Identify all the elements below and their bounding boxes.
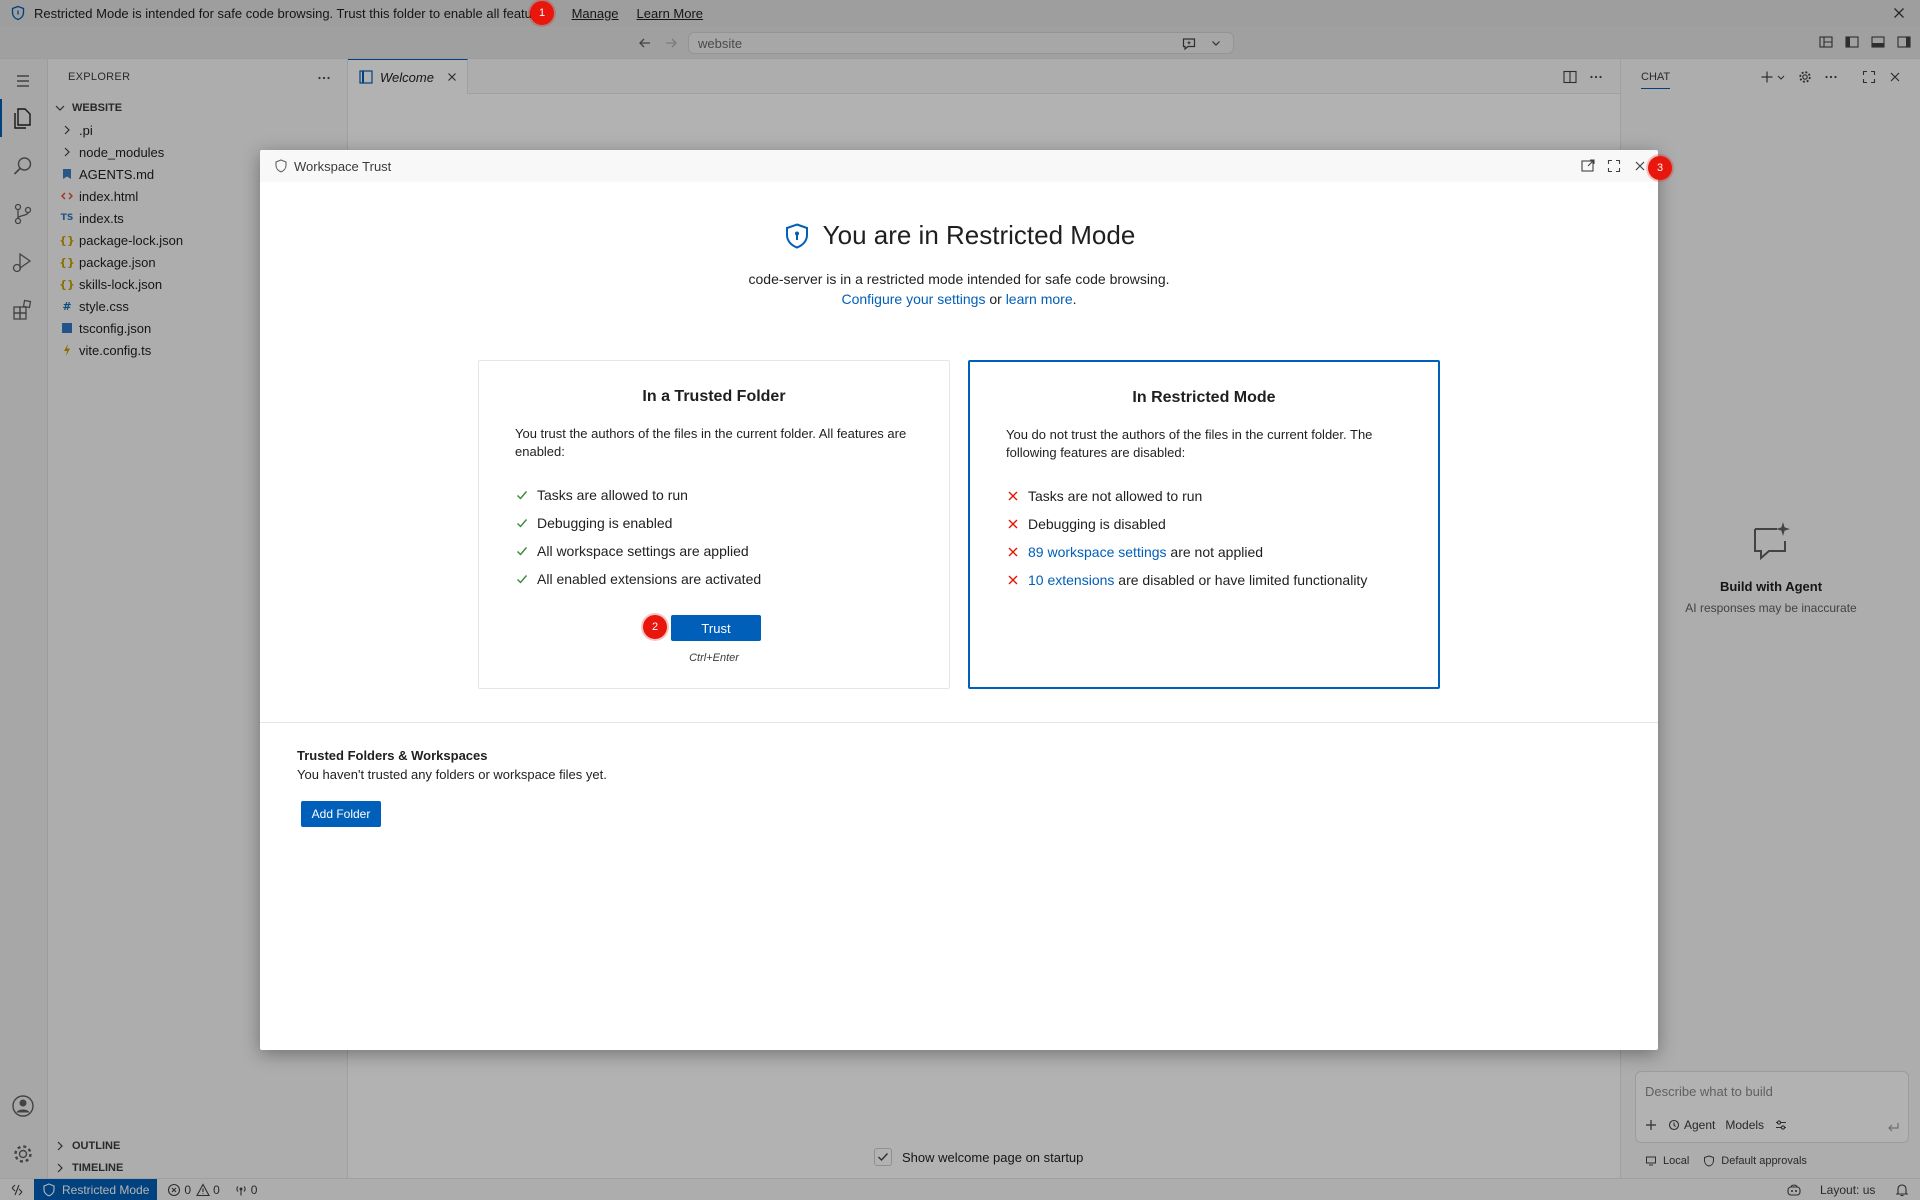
checkmark-icon — [517, 547, 528, 556]
period-text: . — [1072, 290, 1077, 307]
checkmark-icon — [517, 491, 528, 500]
dialog-subtitle: code-server is in a restricted mode inte… — [748, 270, 1170, 287]
restricted-item-settings-text: are not applied — [1166, 544, 1264, 560]
dialog-divider — [260, 722, 1658, 723]
list-item: 89 workspace settings are not applied — [1006, 538, 1367, 566]
cross-icon — [1008, 547, 1018, 557]
step-marker-2: 2 — [643, 615, 667, 639]
trust-button[interactable]: Trust — [671, 615, 761, 641]
open-in-new-window-icon[interactable] — [1580, 158, 1596, 174]
restricted-item-extensions-text: are disabled or have limited functionali… — [1114, 572, 1368, 588]
trusted-folders-title: Trusted Folders & Workspaces — [297, 748, 488, 763]
add-folder-button[interactable]: Add Folder — [301, 801, 381, 827]
or-text: or — [989, 290, 1002, 307]
checkmark-icon — [517, 519, 528, 528]
workspace-settings-link[interactable]: 89 workspace settings — [1028, 544, 1167, 560]
dialog-heading: You are in Restricted Mode — [783, 220, 1136, 251]
cross-icon — [1008, 575, 1018, 585]
trusted-item-label: All enabled extensions are activated — [537, 571, 762, 587]
step-marker-3: 3 — [1648, 156, 1672, 180]
list-item: All workspace settings are applied — [515, 537, 761, 565]
dialog-title: Workspace Trust — [294, 158, 392, 174]
list-item: 10 extensions are disabled or have limit… — [1006, 566, 1367, 594]
trusted-folders-subtitle: You haven't trusted any folders or works… — [297, 767, 607, 782]
trusted-card-description: You trust the authors of the files in th… — [515, 426, 907, 459]
shield-icon — [785, 222, 808, 249]
shield-icon — [274, 159, 288, 173]
trusted-item-label: All workspace settings are applied — [537, 543, 749, 559]
heading-text: You are in Restricted Mode — [822, 220, 1136, 250]
list-item: Debugging is enabled — [515, 509, 761, 537]
trusted-item-label: Tasks are allowed to run — [537, 487, 688, 503]
cross-icon — [1008, 519, 1018, 529]
trusted-card-title: In a Trusted Folder — [642, 388, 786, 405]
list-item: Tasks are allowed to run — [515, 481, 761, 509]
extensions-link[interactable]: 10 extensions — [1028, 572, 1114, 588]
configure-settings-link[interactable]: Configure your settings — [841, 291, 985, 307]
list-item: All enabled extensions are activated — [515, 565, 761, 593]
restricted-card-description: You do not trust the authors of the file… — [1006, 427, 1373, 460]
restricted-card-title: In Restricted Mode — [1132, 389, 1276, 406]
restricted-features-list: Tasks are not allowed to run Debugging i… — [1006, 482, 1367, 594]
list-item: Debugging is disabled — [1006, 510, 1367, 538]
trusted-folder-card[interactable]: In a Trusted Folder You trust the author… — [478, 360, 950, 689]
restricted-item-debugging: Debugging is disabled — [1028, 516, 1166, 532]
cross-icon — [1008, 491, 1018, 501]
maximize-icon[interactable] — [1606, 158, 1622, 174]
checkmark-icon — [517, 575, 528, 584]
restricted-item-tasks: Tasks are not allowed to run — [1028, 488, 1203, 504]
trusted-features-list: Tasks are allowed to run Debugging is ena… — [515, 481, 761, 593]
trusted-item-label: Debugging is enabled — [537, 515, 673, 531]
dialog-hero: You are in Restricted Mode code-server i… — [260, 220, 1658, 307]
list-item: Tasks are not allowed to run — [1006, 482, 1367, 510]
restricted-mode-card[interactable]: In Restricted Mode You do not trust the … — [968, 360, 1440, 689]
dialog-links: Configure your settings or learn more. — [260, 291, 1658, 307]
trust-shortcut: Ctrl+Enter — [689, 652, 739, 664]
dialog-header: Workspace Trust — [260, 150, 1658, 182]
workspace-trust-dialog: Workspace Trust You are in Restricted Mo… — [260, 150, 1658, 1050]
close-icon[interactable] — [1632, 158, 1648, 174]
learn-more-link[interactable]: learn more — [1006, 291, 1073, 307]
step-marker-1: 1 — [530, 1, 554, 25]
